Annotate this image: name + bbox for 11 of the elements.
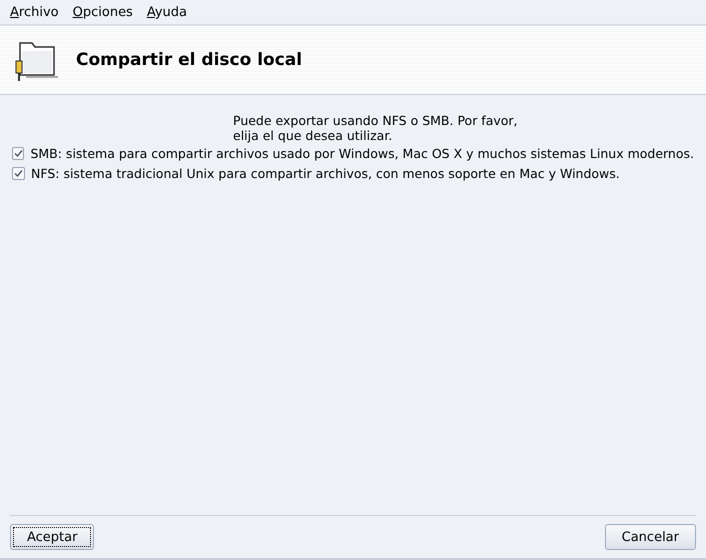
page-title: Compartir el disco local [76, 50, 302, 70]
checkbox[interactable] [12, 146, 24, 160]
cancel-button[interactable]: Cancelar [604, 524, 696, 550]
option-label: NFS: sistema tradicional Unix para compartir archivos, con menos soporte en Mac y Windows. [31, 166, 620, 180]
accept-button[interactable]: Aceptar [10, 524, 94, 550]
option-label: SMB: sistema para compartir archivos usado por Windows, Mac OS X y muchos sistemas Linux modernos. [30, 146, 694, 160]
intro-text: Puede exportar usando NFS o SMB. Por favor, elija el que desea utilizar. [233, 113, 519, 143]
menu-item[interactable]: Archivo [10, 4, 59, 20]
checkbox[interactable] [12, 166, 25, 180]
menu-item[interactable]: Opciones [72, 4, 133, 20]
menu-item[interactable]: Ayuda [146, 4, 188, 20]
